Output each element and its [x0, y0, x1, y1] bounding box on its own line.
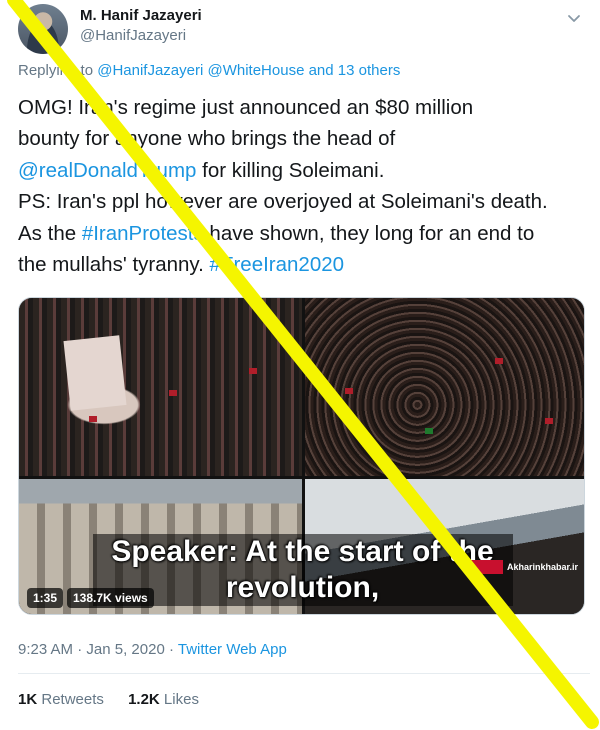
retweets-count: 1K — [18, 691, 38, 708]
tweet-line: bounty for anyone who brings the head of — [18, 127, 396, 151]
tweet-text-segment: have shown, they long for an end to — [203, 221, 535, 245]
reply-prefix: Replying to — [18, 62, 94, 79]
meta-separator: · — [73, 641, 87, 658]
tweet-line: As the #IranProtests have shown, they lo… — [18, 218, 590, 249]
watermark-text: Akharinkhabar.ir — [507, 562, 579, 572]
hashtag-link[interactable]: #IranProtests — [82, 222, 204, 245]
tweet-meta: 9:23 AM · Jan 5, 2020 · Twitter Web App — [18, 641, 287, 658]
tweet-date[interactable]: Jan 5, 2020 — [86, 641, 164, 658]
tweet-line: PS: Iran's ppl however are overjoyed at … — [18, 190, 548, 214]
reply-context: Replying to @HanifJazayeri @WhiteHouse a… — [18, 62, 400, 79]
divider — [18, 673, 590, 674]
likes-label: Likes — [163, 691, 199, 708]
tweet-line: @realDonaldTrump for killing Soleimani. — [18, 155, 590, 186]
video-duration-badge: 1:35 — [27, 588, 64, 608]
tweet-text-segment: the mullahs' tyranny. — [18, 253, 210, 277]
reply-mentions[interactable]: @HanifJazayeri @WhiteHouse — [97, 62, 304, 79]
reply-others-link[interactable]: and 13 others — [309, 62, 401, 79]
flag-mark — [495, 358, 503, 364]
video-frame-crowd-sign — [19, 298, 302, 476]
tweet-source-link[interactable]: Twitter Web App — [178, 641, 287, 658]
avatar[interactable] — [18, 4, 68, 54]
flag-mark — [545, 418, 553, 424]
meta-separator: · — [164, 641, 178, 658]
chevron-down-icon[interactable] — [564, 8, 584, 28]
video-frame-crowd — [305, 298, 584, 476]
author-display-name[interactable]: M. Hanif Jazayeri — [80, 6, 202, 26]
protest-sign — [63, 335, 127, 411]
tweet-time[interactable]: 9:23 AM — [18, 641, 73, 658]
video-player[interactable]: Speaker: At the start of the revolution,… — [18, 297, 585, 615]
tweet-text-segment: for killing Soleimani. — [196, 158, 385, 182]
channel-logo — [467, 560, 503, 574]
flag-mark — [89, 416, 97, 422]
tweet-text-segment: As the — [18, 221, 82, 245]
mention-link[interactable]: @realDonaldTrump — [18, 159, 196, 182]
flag-mark — [169, 390, 177, 396]
author-handle[interactable]: @HanifJazayeri — [80, 26, 202, 46]
tweet-line: OMG! Iran's regime just announced an $80… — [18, 96, 474, 119]
tweet-text: OMG! Iran's regime just announced an $80… — [18, 92, 590, 280]
video-views-badge: 138.7K views — [67, 588, 154, 608]
retweets-stat[interactable]: 1K Retweets — [18, 691, 104, 708]
author-block: M. Hanif Jazayeri @HanifJazayeri — [80, 6, 202, 46]
retweets-label: Retweets — [41, 691, 104, 708]
hashtag-link[interactable]: #FreeIran2020 — [210, 253, 344, 276]
flag-mark — [425, 428, 433, 434]
tweet-card: M. Hanif Jazayeri @HanifJazayeri Replyin… — [0, 0, 600, 730]
flag-mark — [249, 368, 257, 374]
tweet-stats: 1K Retweets 1.2K Likes — [18, 691, 219, 708]
likes-stat[interactable]: 1.2K Likes — [128, 691, 199, 708]
flag-mark — [345, 388, 353, 394]
likes-count: 1.2K — [128, 691, 160, 708]
tweet-line: the mullahs' tyranny. #FreeIran2020 — [18, 249, 590, 280]
